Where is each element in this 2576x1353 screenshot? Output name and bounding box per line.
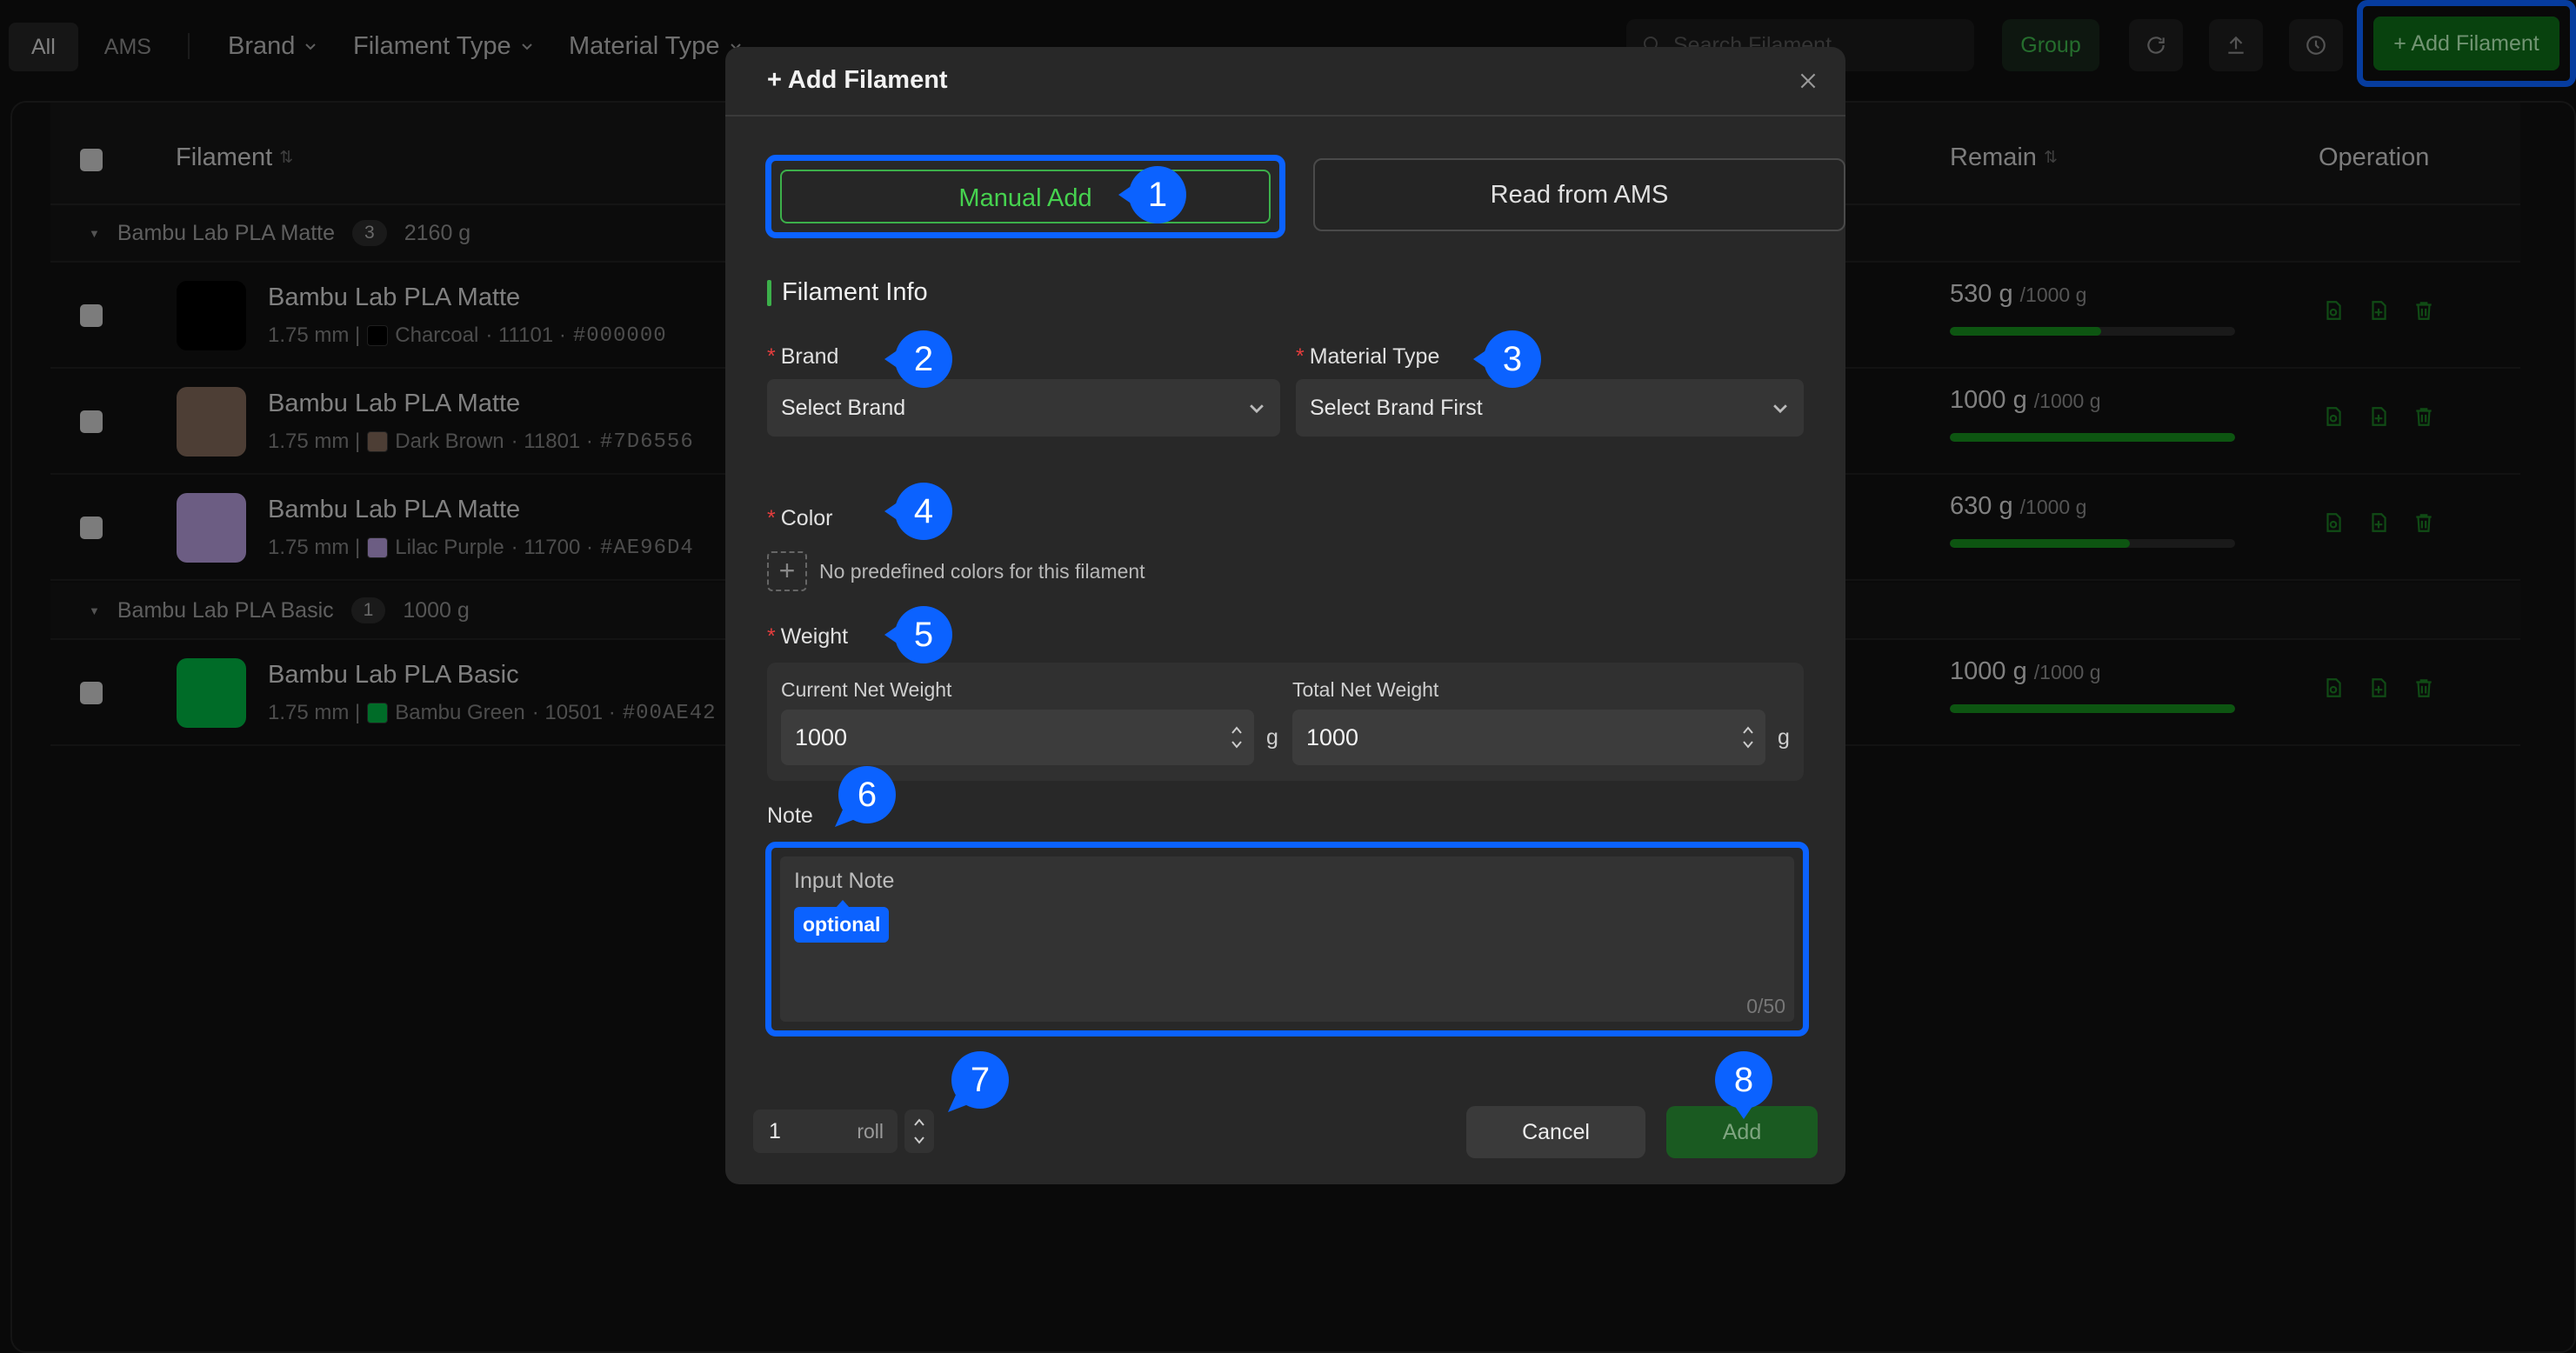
weight-label: * Weight xyxy=(767,624,848,650)
callout-1: 1 xyxy=(1118,163,1190,227)
current-weight-input[interactable]: 1000 xyxy=(781,710,1254,765)
quantity-input[interactable]: 1 roll xyxy=(753,1110,898,1153)
quantity-value: 1 xyxy=(769,1119,781,1143)
callout-5: 5 xyxy=(884,603,956,667)
callout-number: 5 xyxy=(913,616,934,654)
note-textarea[interactable]: Input Note optional 0/50 xyxy=(780,856,1794,1022)
add-color-button[interactable]: + xyxy=(767,551,807,591)
close-icon[interactable] xyxy=(1797,70,1819,92)
cancel-button[interactable]: Cancel xyxy=(1466,1106,1645,1158)
section-title: Filament Info xyxy=(782,278,928,306)
brand-select[interactable]: Select Brand xyxy=(767,379,1280,437)
callout-number: 6 xyxy=(857,776,878,814)
required-mark: * xyxy=(767,624,776,649)
note-label: Note xyxy=(767,803,813,828)
color-hint: No predefined colors for this filament xyxy=(819,560,1145,583)
modal-divider xyxy=(725,115,1845,117)
brand-label-text: Brand xyxy=(780,344,839,369)
callout-number: 2 xyxy=(913,340,934,378)
callout-number: 7 xyxy=(970,1061,991,1099)
chevron-down-icon xyxy=(1773,404,1787,414)
stepper-icon[interactable] xyxy=(1741,722,1755,753)
current-weight-unit: g xyxy=(1266,725,1278,750)
manual-add-highlight: Manual Add xyxy=(765,155,1285,238)
callout-number: 8 xyxy=(1733,1061,1754,1099)
required-mark: * xyxy=(767,506,776,530)
brand-select-value: Select Brand xyxy=(781,396,906,420)
section-accent xyxy=(767,279,771,306)
weight-label-text: Weight xyxy=(780,624,849,649)
quantity-unit: roll xyxy=(857,1120,884,1143)
current-weight-label: Current Net Weight xyxy=(781,678,952,701)
optional-tag: optional xyxy=(794,900,890,943)
filament-info-section: Filament Info xyxy=(767,278,928,307)
quantity-stepper[interactable] xyxy=(904,1110,934,1153)
total-weight-unit: g xyxy=(1778,725,1790,750)
callout-4: 4 xyxy=(884,479,956,543)
total-weight-input[interactable]: 1000 xyxy=(1292,710,1765,765)
material-type-label: * Material Type xyxy=(1296,344,1439,370)
callout-2: 2 xyxy=(884,327,956,391)
material-type-select[interactable]: Select Brand First xyxy=(1296,379,1804,437)
color-label-text: Color xyxy=(780,506,833,530)
material-type-select-value: Select Brand First xyxy=(1310,396,1483,420)
callout-number: 3 xyxy=(1502,340,1523,378)
callout-number: 1 xyxy=(1147,176,1168,214)
callout-7: 7 xyxy=(948,1048,1012,1112)
modal-title: + Add Filament xyxy=(767,66,948,94)
total-weight-value: 1000 xyxy=(1306,724,1359,750)
chevron-down-icon xyxy=(1250,404,1264,414)
callout-6: 6 xyxy=(835,763,899,827)
callout-8: 8 xyxy=(1712,1048,1776,1119)
required-mark: * xyxy=(767,344,776,369)
note-highlight: Input Note optional 0/50 xyxy=(765,842,1809,1036)
stepper-icon xyxy=(914,1118,924,1144)
weight-group: Current Net Weight Total Net Weight 1000… xyxy=(767,663,1804,781)
material-type-label-text: Material Type xyxy=(1309,344,1440,369)
callout-3: 3 xyxy=(1473,327,1545,391)
brand-label: * Brand xyxy=(767,344,838,370)
callout-number: 4 xyxy=(913,492,934,530)
required-mark: * xyxy=(1296,344,1305,369)
manual-add-button[interactable]: Manual Add xyxy=(780,170,1271,223)
note-counter: 0/50 xyxy=(1746,995,1785,1017)
color-label: * Color xyxy=(767,506,832,531)
current-weight-value: 1000 xyxy=(795,724,848,750)
read-from-ams-button[interactable]: Read from AMS xyxy=(1313,158,1845,231)
stepper-icon[interactable] xyxy=(1230,722,1244,753)
total-weight-label: Total Net Weight xyxy=(1292,678,1439,701)
note-placeholder: Input Note xyxy=(794,869,895,893)
